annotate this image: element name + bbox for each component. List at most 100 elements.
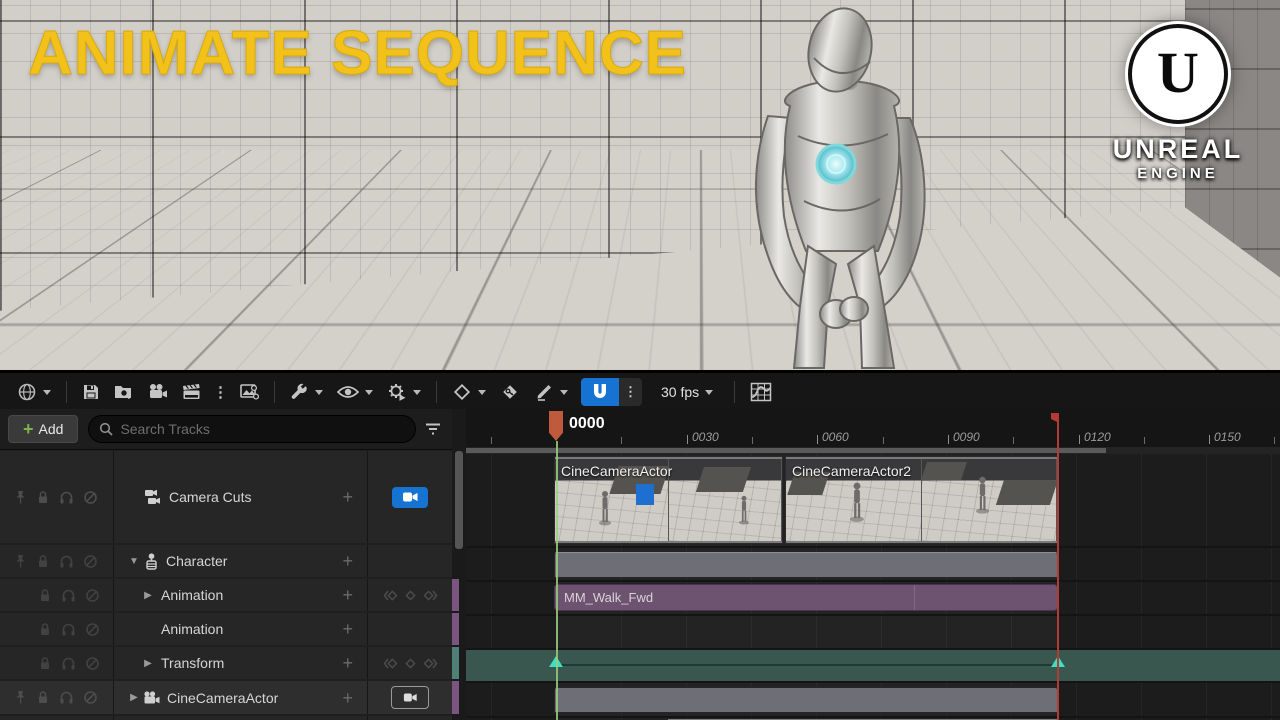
next-key-icon[interactable]	[424, 589, 438, 602]
lane-animation-2[interactable]	[466, 616, 1280, 650]
chevron-down-icon	[478, 390, 486, 395]
track-row-partial	[0, 716, 452, 720]
unreal-engine-window: { "banner": { "title": "ANIMATE SEQUENCE…	[0, 0, 1280, 720]
plus-icon: +	[23, 420, 34, 438]
mute-icon[interactable]	[83, 490, 98, 505]
curve-editor-button[interactable]	[743, 378, 779, 406]
lane-animation-1[interactable]: MM_Walk_Fwd	[466, 582, 1280, 616]
track-row-camera-cuts[interactable]: Camera Cuts +	[0, 451, 452, 543]
add-key-icon[interactable]	[404, 589, 417, 602]
keyframe-options-button[interactable]	[445, 378, 493, 406]
lock-icon[interactable]	[38, 588, 52, 603]
camera-cut-section-2[interactable]: CineCameraActor2	[785, 456, 1058, 544]
scrollbar-thumb[interactable]	[466, 448, 1106, 453]
lock-icon[interactable]	[38, 622, 52, 637]
add-track-button[interactable]: + Add	[8, 415, 78, 443]
animation-section[interactable]: MM_Walk_Fwd	[554, 584, 1058, 611]
lane-transform[interactable]	[466, 650, 1280, 683]
character-section-bar[interactable]	[554, 552, 1058, 578]
track-row-animation-1[interactable]: ▶ Animation +	[0, 579, 452, 611]
render-movie-button[interactable]	[175, 378, 209, 406]
camera-lock-button[interactable]	[392, 487, 428, 508]
mute-icon[interactable]	[83, 690, 98, 705]
tools-dropdown-button[interactable]	[283, 378, 330, 406]
headphones-icon[interactable]	[61, 622, 76, 637]
timeline-area[interactable]: CineCameraActor CineCameraActor2 MM_Walk…	[466, 409, 1280, 720]
lock-icon[interactable]	[38, 656, 52, 671]
save-button[interactable]	[75, 378, 107, 406]
chevron-down-icon	[365, 390, 373, 395]
logo-text-unreal: UNREAL	[1108, 134, 1248, 165]
add-section-button[interactable]: +	[342, 620, 353, 638]
row-label-area[interactable]: Animation +	[114, 613, 368, 645]
camera-cut-thumbnail	[922, 459, 1058, 541]
create-camera-button[interactable]	[141, 378, 175, 406]
lane-cinecameraactor[interactable]	[466, 685, 1280, 718]
prev-key-icon[interactable]	[383, 589, 397, 602]
add-section-button[interactable]: +	[342, 689, 353, 707]
more-options-button[interactable]: ⋮	[209, 383, 232, 401]
sequencer-body: + Add Search Tracks Camera Cuts + ▼ Char…	[0, 409, 1280, 720]
track-row-animation-2[interactable]: Animation +	[0, 613, 452, 645]
pin-icon[interactable]	[14, 490, 27, 505]
playback-options-button[interactable]	[380, 378, 428, 406]
camera-lock-button[interactable]	[391, 686, 429, 709]
add-section-button[interactable]: +	[342, 488, 353, 506]
snap-magnet-button[interactable]	[581, 378, 619, 406]
magnet-icon	[591, 382, 609, 402]
mute-icon[interactable]	[83, 554, 98, 569]
search-tracks-input[interactable]: Search Tracks	[88, 415, 416, 443]
expand-arrow-icon[interactable]: ▶	[142, 658, 154, 669]
snap-options-button[interactable]: ⋮	[619, 378, 642, 406]
add-section-button[interactable]: +	[342, 654, 353, 672]
add-section-button[interactable]: +	[342, 552, 353, 570]
scrollbar-thumb[interactable]	[455, 451, 463, 549]
lane-camera-cuts[interactable]: CineCameraActor CineCameraActor2	[466, 454, 1280, 548]
mini-mannequin	[738, 495, 750, 525]
mute-icon[interactable]	[85, 622, 100, 637]
lane-character[interactable]	[466, 548, 1280, 582]
world-dropdown-button[interactable]	[10, 378, 58, 406]
mute-icon[interactable]	[85, 588, 100, 603]
expand-arrow-icon[interactable]: ▼	[128, 556, 140, 567]
camera-cut-section-1[interactable]: CineCameraActor	[554, 456, 783, 544]
prev-key-icon[interactable]	[383, 657, 397, 670]
track-row-transform[interactable]: ▶ Transform +	[0, 647, 452, 679]
filter-icon[interactable]	[424, 422, 442, 436]
lock-icon[interactable]	[36, 690, 50, 705]
fps-dropdown-button[interactable]: 30 fps	[654, 378, 720, 406]
row-label-area[interactable]: ▶ Animation +	[114, 579, 368, 611]
auto-key-button[interactable]	[493, 378, 527, 406]
view-options-button[interactable]	[330, 378, 380, 406]
playback-end-marker[interactable]	[1057, 417, 1059, 720]
viewport-3d[interactable]: ANIMATE SEQUENCE U UNREAL ENGINE	[0, 0, 1280, 370]
headphones-icon[interactable]	[59, 490, 74, 505]
marked-frames-button[interactable]	[527, 378, 575, 406]
row-label-area[interactable]: ▶ Transform +	[114, 647, 368, 679]
expand-arrow-icon[interactable]: ▶	[142, 590, 154, 601]
render-queue-button[interactable]	[232, 378, 266, 406]
add-key-icon[interactable]	[404, 657, 417, 670]
lock-icon[interactable]	[36, 554, 50, 569]
lock-icon[interactable]	[36, 490, 50, 505]
headphones-icon[interactable]	[59, 554, 74, 569]
add-section-button[interactable]: +	[342, 586, 353, 604]
next-key-icon[interactable]	[424, 657, 438, 670]
track-row-cinecameraactor[interactable]: ▶ CineCameraActor +	[0, 681, 452, 714]
mini-mannequin	[975, 475, 990, 515]
pin-icon[interactable]	[14, 690, 27, 705]
row-label-area[interactable]: ▶ CineCameraActor +	[114, 681, 368, 714]
row-buttons	[368, 681, 452, 714]
pin-icon[interactable]	[14, 554, 27, 569]
headphones-icon[interactable]	[59, 690, 74, 705]
row-label-area[interactable]: ▼ Character +	[114, 545, 368, 577]
cinecamera-section-bar[interactable]	[554, 687, 1058, 713]
timeline-scrollbar[interactable]	[466, 447, 1280, 454]
row-label-area[interactable]: Camera Cuts +	[114, 451, 368, 543]
headphones-icon[interactable]	[61, 656, 76, 671]
expand-arrow-icon[interactable]: ▶	[128, 692, 140, 703]
find-in-sequence-button[interactable]	[107, 378, 141, 406]
headphones-icon[interactable]	[61, 588, 76, 603]
mute-icon[interactable]	[85, 656, 100, 671]
track-row-character[interactable]: ▼ Character +	[0, 545, 452, 577]
